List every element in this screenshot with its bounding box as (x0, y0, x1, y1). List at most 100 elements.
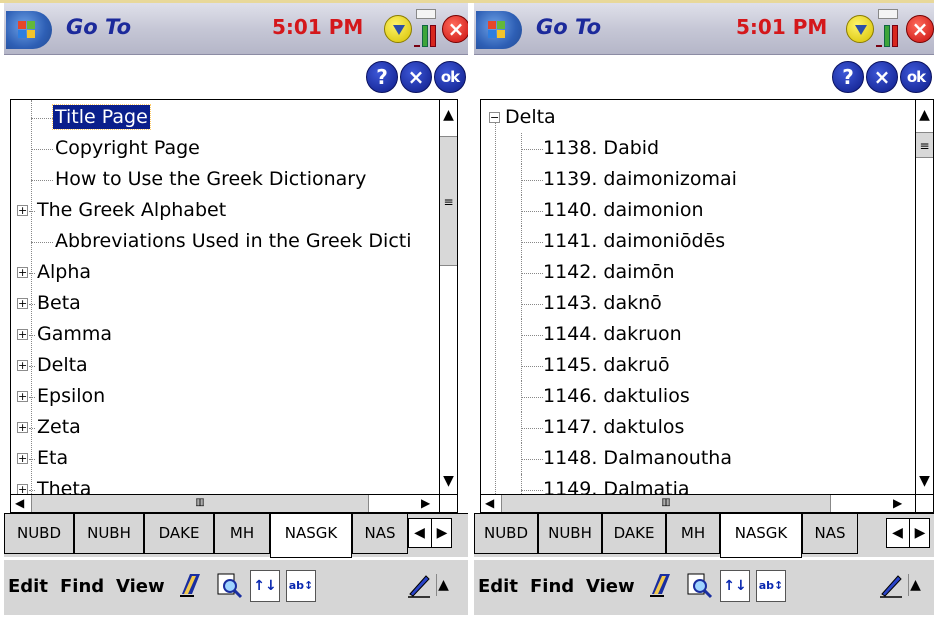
vertical-scrollbar[interactable]: ▲ ≡ ▼ (439, 100, 457, 496)
tree-item-entry[interactable]: 1138. Dabid (481, 133, 911, 164)
ok-button[interactable]: ok (434, 61, 466, 93)
vertical-scroll-thumb[interactable]: ≡ (440, 136, 457, 266)
expand-plus-icon[interactable]: + (17, 267, 28, 278)
tab-next-icon[interactable]: ▶ (431, 519, 452, 547)
tab-dake[interactable]: DAKE (602, 514, 666, 554)
tree-item-entry[interactable]: 1139. daimonizomai (481, 164, 911, 195)
help-button[interactable]: ? (366, 61, 398, 93)
tab-prev-icon[interactable]: ◀ (409, 519, 430, 547)
menu-edit[interactable]: Edit (478, 576, 518, 597)
pen-icon[interactable] (406, 572, 432, 598)
notification-icon[interactable] (384, 15, 412, 43)
tree-item-epsilon[interactable]: + Epsilon (11, 381, 441, 412)
notification-icon[interactable] (846, 15, 874, 43)
tree-item-how-to-use[interactable]: How to Use the Greek Dictionary (11, 164, 441, 195)
sort-button[interactable]: ↑↓ (720, 570, 750, 602)
horizontal-scroll-thumb[interactable]: ▥ (31, 495, 369, 512)
tab-next-icon[interactable]: ▶ (909, 519, 930, 547)
signal-icon[interactable] (876, 9, 900, 47)
clock[interactable]: 5:01 PM (272, 15, 363, 39)
menu-find[interactable]: Find (60, 576, 104, 597)
pen-icon[interactable] (878, 572, 904, 598)
menu-view[interactable]: View (586, 576, 635, 597)
tree-item-delta[interactable]: + Delta (11, 350, 441, 381)
input-panel-arrow-icon[interactable]: ▲ (436, 574, 450, 596)
collapse-minus-icon[interactable]: − (489, 112, 500, 123)
tree-item-copyright-page[interactable]: Copyright Page (11, 133, 441, 164)
scroll-right-arrow-icon[interactable]: ▶ (421, 495, 430, 512)
tree-item-abbreviations[interactable]: Abbreviations Used in the Greek Dicti (11, 226, 441, 257)
tree-item-entry[interactable]: 1144. dakruon (481, 319, 911, 350)
expand-plus-icon[interactable]: + (17, 453, 28, 464)
expand-plus-icon[interactable]: + (17, 205, 28, 216)
tree-item-entry[interactable]: 1148. Dalmanoutha (481, 443, 911, 474)
cancel-button[interactable]: × (400, 61, 432, 93)
sort-alpha-button[interactable]: ab↕ (756, 570, 786, 602)
search-icon[interactable] (684, 570, 714, 600)
help-button[interactable]: ? (832, 61, 864, 93)
input-panel-arrow-icon[interactable]: ▲ (908, 574, 922, 596)
tree-item-entry[interactable]: 1147. daktulos (481, 412, 911, 443)
expand-plus-icon[interactable]: + (17, 360, 28, 371)
sort-alpha-button[interactable]: ab↕ (286, 570, 316, 602)
book-icon[interactable] (646, 570, 676, 600)
menu-view[interactable]: View (116, 576, 165, 597)
scroll-up-arrow-icon[interactable]: ▲ (916, 100, 933, 130)
scroll-left-arrow-icon[interactable]: ◀ (485, 495, 494, 512)
tab-nubh[interactable]: NUBH (74, 514, 144, 554)
tab-nubd[interactable]: NUBD (474, 514, 538, 554)
horizontal-scrollbar[interactable]: ◀ ▥ ▶ (481, 494, 917, 512)
close-icon[interactable]: × (442, 15, 468, 43)
tree-item-title-page[interactable]: Title Page (11, 102, 441, 133)
tree-item-entry[interactable]: 1143. daknō (481, 288, 911, 319)
start-button[interactable] (476, 11, 522, 49)
tab-nubd[interactable]: NUBD (4, 514, 74, 554)
expand-plus-icon[interactable]: + (17, 329, 28, 340)
tree-item-entry[interactable]: 1146. daktulios (481, 381, 911, 412)
cancel-button[interactable]: × (866, 61, 898, 93)
clock[interactable]: 5:01 PM (736, 15, 827, 39)
scroll-down-arrow-icon[interactable]: ▼ (916, 466, 933, 496)
book-icon[interactable] (176, 570, 206, 600)
table-of-contents-tree[interactable]: − Delta 1138. Dabid 1139. daimonizomai 1… (480, 99, 934, 513)
tab-nas[interactable]: NAS (352, 514, 408, 554)
tab-prev-icon[interactable]: ◀ (887, 519, 908, 547)
scroll-left-arrow-icon[interactable]: ◀ (15, 495, 24, 512)
tree-item-greek-alphabet[interactable]: + The Greek Alphabet (11, 195, 441, 226)
search-icon[interactable] (214, 570, 244, 600)
tree-item-entry[interactable]: 1142. daimōn (481, 257, 911, 288)
tree-item-gamma[interactable]: + Gamma (11, 319, 441, 350)
tree-item-delta-expanded[interactable]: − Delta (481, 102, 911, 133)
tree-item-beta[interactable]: + Beta (11, 288, 441, 319)
tab-nasgk[interactable]: NASGK (270, 514, 352, 558)
menu-edit[interactable]: Edit (8, 576, 48, 597)
tree-item-alpha[interactable]: + Alpha (11, 257, 441, 288)
table-of-contents-tree[interactable]: Title Page Copyright Page How to Use the… (10, 99, 458, 513)
expand-plus-icon[interactable]: + (17, 422, 28, 433)
scroll-right-arrow-icon[interactable]: ▶ (893, 495, 902, 512)
tab-dake[interactable]: DAKE (144, 514, 214, 554)
tab-nubh[interactable]: NUBH (538, 514, 602, 554)
tab-nasgk[interactable]: NASGK (720, 514, 802, 558)
horizontal-scroll-thumb[interactable]: ▥ (501, 495, 831, 512)
expand-plus-icon[interactable]: + (17, 298, 28, 309)
menu-find[interactable]: Find (530, 576, 574, 597)
tree-item-entry[interactable]: 1140. daimonion (481, 195, 911, 226)
tab-mh[interactable]: MH (214, 514, 270, 554)
sort-button[interactable]: ↑↓ (250, 570, 280, 602)
tree-item-entry[interactable]: 1145. dakruō (481, 350, 911, 381)
signal-icon[interactable] (414, 9, 438, 47)
expand-plus-icon[interactable]: + (17, 391, 28, 402)
vertical-scrollbar[interactable]: ▲ ≡ ▼ (915, 100, 933, 496)
tree-item-zeta[interactable]: + Zeta (11, 412, 441, 443)
tree-item-theta[interactable]: + Theta (11, 474, 441, 496)
tree-item-entry[interactable]: 1149. Dalmatia (481, 474, 911, 496)
ok-button[interactable]: ok (900, 61, 932, 93)
close-icon[interactable]: × (906, 15, 934, 43)
start-button[interactable] (6, 11, 52, 49)
vertical-scroll-thumb[interactable]: ≡ (916, 132, 933, 158)
tree-item-entry[interactable]: 1141. daimoniōdēs (481, 226, 911, 257)
scroll-up-arrow-icon[interactable]: ▲ (440, 100, 457, 130)
tab-mh[interactable]: MH (666, 514, 720, 554)
horizontal-scrollbar[interactable]: ◀ ▥ ▶ (11, 494, 441, 512)
